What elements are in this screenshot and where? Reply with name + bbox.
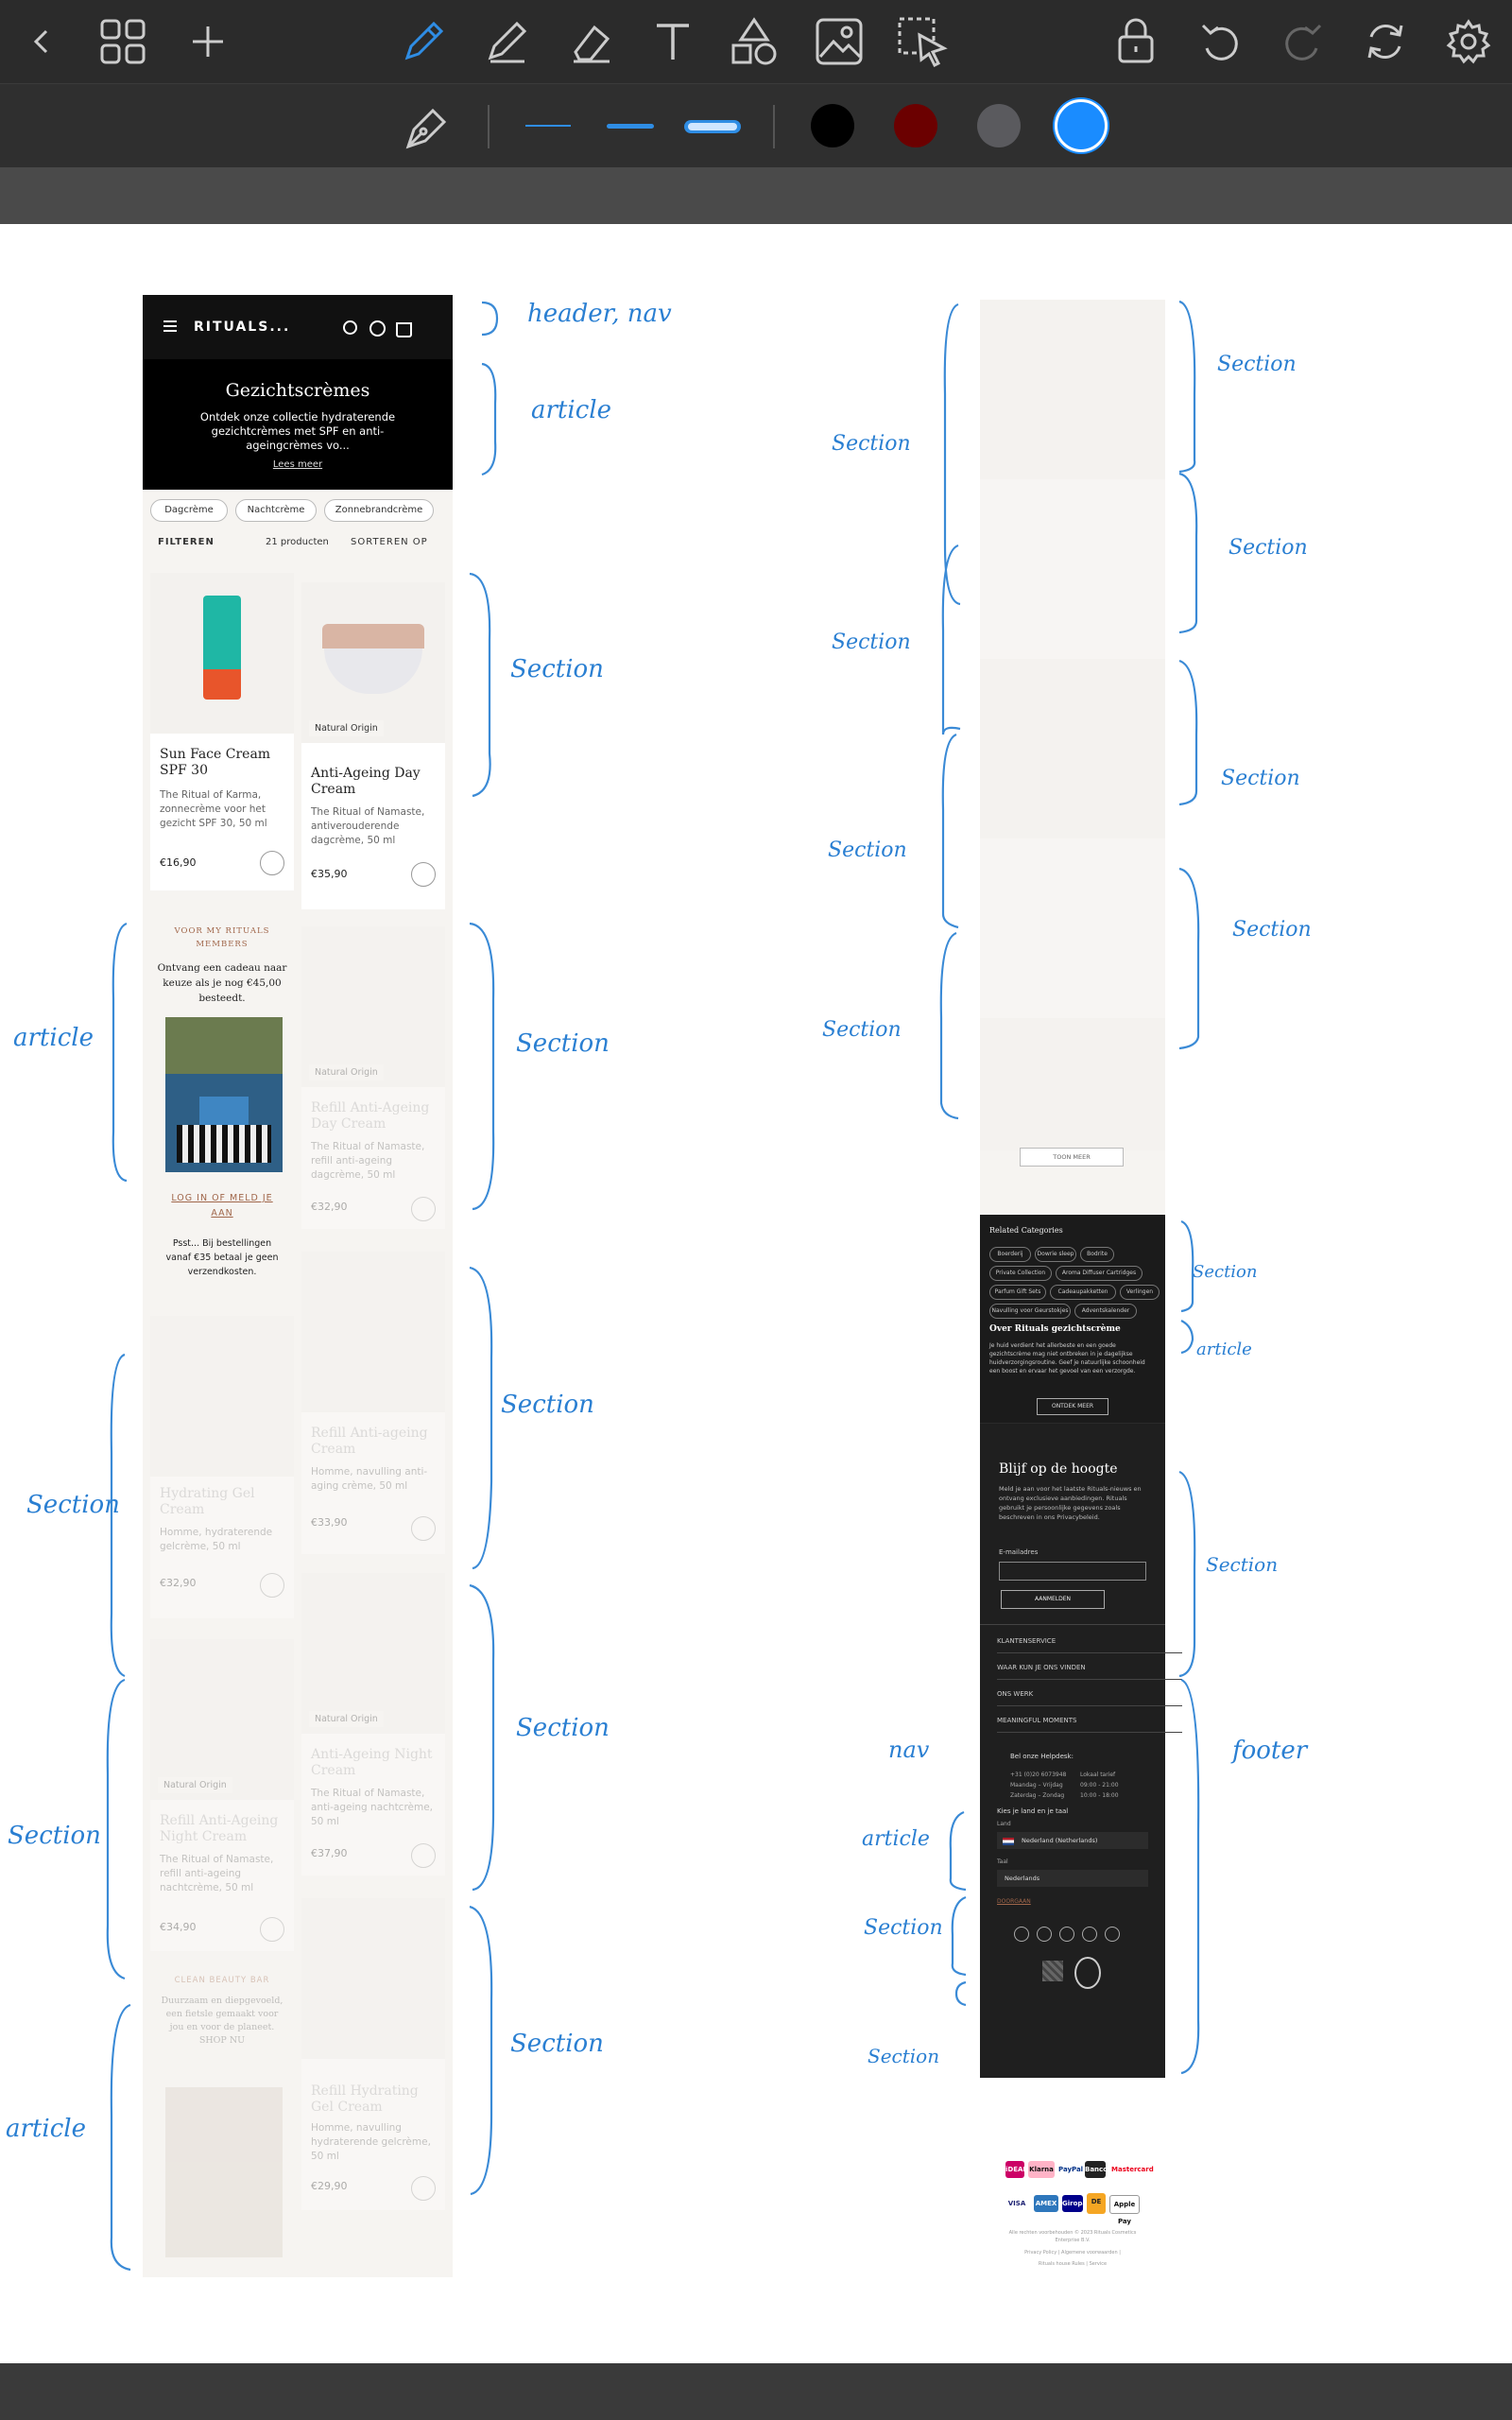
- bottom-bar: [0, 2363, 1512, 2420]
- shapes-icon[interactable]: [726, 13, 782, 70]
- annotation-section: Section: [868, 2045, 940, 2067]
- drawing-canvas[interactable]: RITUALS... Gezichtscrèmes Ontdek onze co…: [0, 224, 1512, 2363]
- sync-icon[interactable]: [1357, 13, 1414, 70]
- drawing-toolbar: [0, 0, 1512, 84]
- color-swatch-darkred[interactable]: [894, 104, 937, 147]
- annotation-article: article: [13, 1024, 94, 1052]
- gear-icon[interactable]: [1440, 13, 1497, 70]
- lasso-select-icon[interactable]: [894, 13, 951, 70]
- color-swatch-black[interactable]: [811, 104, 854, 147]
- annotation-section: Section: [1206, 1553, 1279, 1576]
- divider: [773, 105, 775, 148]
- page-tabbar: [0, 167, 1512, 224]
- annotation-section: Section: [822, 1018, 902, 1042]
- stroke-medium[interactable]: [607, 124, 654, 129]
- annotation-header-nav: header, nav: [527, 300, 672, 328]
- stroke-thick[interactable]: [684, 120, 741, 133]
- annotation-section: Section: [501, 1391, 594, 1419]
- stroke-thin[interactable]: [525, 125, 571, 127]
- annotation-section: Section: [1232, 918, 1312, 942]
- back-icon[interactable]: [13, 13, 70, 70]
- divider: [488, 105, 490, 148]
- undo-icon[interactable]: [1193, 13, 1249, 70]
- annotation-section: Section: [864, 1916, 943, 1940]
- annotation-section: Section: [8, 1822, 101, 1850]
- grid-icon[interactable]: [94, 13, 151, 70]
- annotation-section: Section: [1221, 767, 1300, 790]
- redo-icon[interactable]: [1274, 13, 1331, 70]
- annotation-article: article: [1196, 1340, 1252, 1359]
- fountain-pen-icon[interactable]: [401, 101, 454, 158]
- annotation-section: Section: [1228, 536, 1308, 560]
- annotation-section: Section: [828, 838, 907, 862]
- annotation-footer: footer: [1232, 1737, 1308, 1765]
- annotation-article: article: [862, 1827, 930, 1851]
- eraser-icon[interactable]: [561, 13, 618, 70]
- lock-icon[interactable]: [1108, 13, 1164, 70]
- color-swatch-grey[interactable]: [977, 104, 1021, 147]
- pen-icon[interactable]: [395, 13, 452, 70]
- pen-options-bar: [0, 84, 1512, 167]
- text-icon[interactable]: [644, 13, 701, 70]
- annotation-section: Section: [1217, 353, 1297, 376]
- annotation-section: Section: [832, 631, 911, 654]
- annotation-nav: nav: [888, 1737, 930, 1763]
- annotation-section: Section: [510, 2030, 604, 2058]
- annotation-section: Section: [516, 1714, 610, 1742]
- annotation-article: article: [6, 2115, 86, 2143]
- annotation-section: Section: [832, 432, 911, 456]
- annotation-section: Section: [1193, 1262, 1258, 1282]
- annotation-section: Section: [510, 655, 604, 683]
- color-swatch-blue-selected[interactable]: [1055, 99, 1108, 152]
- pencil-icon[interactable]: [478, 13, 535, 70]
- plus-icon[interactable]: [180, 13, 236, 70]
- annotation-section: Section: [26, 1491, 120, 1519]
- annotation-article: article: [531, 396, 611, 424]
- image-icon[interactable]: [811, 13, 868, 70]
- annotation-section: Section: [516, 1029, 610, 1058]
